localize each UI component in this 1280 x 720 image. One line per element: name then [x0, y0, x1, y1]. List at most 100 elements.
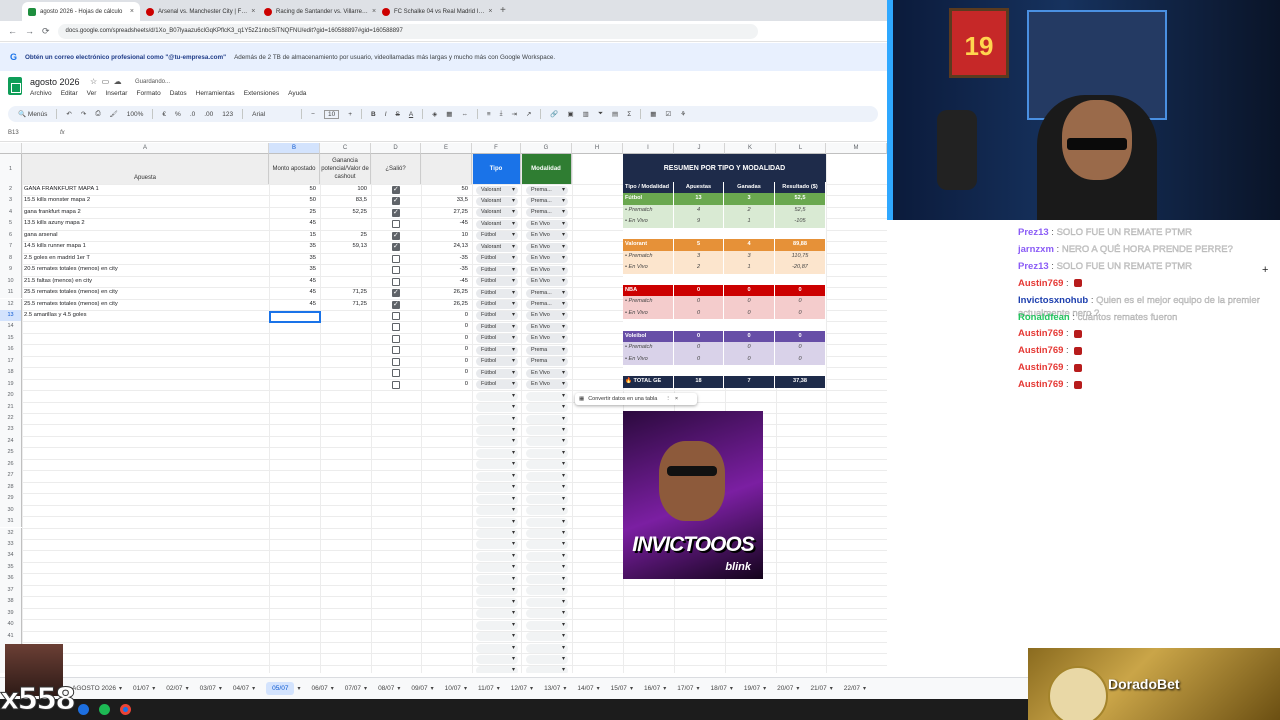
sheet-tab[interactable]: 13/07: [544, 685, 560, 692]
browser-tab[interactable]: FC Schalke 04 vs Real Madrid I… ×: [376, 2, 494, 21]
paint-format-icon[interactable]: 🖌: [110, 110, 118, 118]
font-size-decrease-icon[interactable]: −: [311, 111, 315, 118]
font-size-field[interactable]: 10: [323, 109, 340, 119]
row-number[interactable]: 10: [0, 275, 22, 288]
row-number[interactable]: 6: [0, 229, 22, 242]
modalidad-dropdown[interactable]: En Vivo: [526, 254, 568, 264]
bold-icon[interactable]: B: [371, 111, 376, 118]
cell-ganancia[interactable]: [320, 344, 371, 355]
cell-apuesta[interactable]: [24, 321, 268, 332]
column-header[interactable]: A: [22, 143, 269, 154]
tipo-dropdown[interactable]: [476, 471, 518, 481]
chat-username[interactable]: Invictosxnohub: [1018, 295, 1088, 306]
cell-monto[interactable]: 45: [269, 218, 320, 229]
modalidad-dropdown[interactable]: [526, 494, 568, 504]
windows-start-icon[interactable]: [78, 704, 89, 715]
row-number[interactable]: 12: [0, 298, 22, 310]
column-header[interactable]: E: [421, 143, 472, 154]
cell-monto[interactable]: 45: [269, 276, 320, 287]
checkbox-salio[interactable]: [392, 323, 400, 332]
close-tab-icon[interactable]: ×: [488, 8, 492, 15]
modalidad-dropdown[interactable]: [526, 609, 568, 619]
row-number[interactable]: 32: [0, 527, 22, 539]
sheet-tab-menu-icon[interactable]: ▾: [186, 685, 189, 692]
cell-monto[interactable]: [269, 333, 320, 344]
cell-ganancia[interactable]: [320, 253, 371, 264]
cell-monto[interactable]: [269, 379, 320, 390]
cell-ganancia[interactable]: 100: [320, 184, 371, 195]
font-size-increase-icon[interactable]: +: [348, 111, 352, 118]
text-color-icon[interactable]: A: [409, 111, 413, 118]
sheet-tab-menu-icon[interactable]: ▾: [252, 685, 255, 692]
percent-button[interactable]: %: [175, 111, 181, 118]
select-all-corner[interactable]: [0, 143, 22, 154]
sheet-tab[interactable]: 11/07: [478, 685, 494, 692]
sheets-logo-icon[interactable]: [8, 77, 22, 95]
modalidad-dropdown[interactable]: [526, 620, 568, 630]
sheet-tab[interactable]: 18/07: [711, 685, 727, 692]
modalidad-dropdown[interactable]: [526, 586, 568, 596]
checkbox-salio[interactable]: [392, 254, 400, 263]
row-number[interactable]: 19: [0, 378, 22, 391]
sheet-tab-menu-icon[interactable]: ▾: [763, 685, 766, 692]
row-number[interactable]: 8: [0, 252, 22, 265]
menu-item[interactable]: Formato: [136, 90, 160, 97]
modalidad-dropdown[interactable]: En Vivo: [526, 311, 568, 321]
sheet-tab[interactable]: 04/07: [233, 685, 249, 692]
sheet-tab[interactable]: 20/07: [777, 685, 793, 692]
tipo-dropdown[interactable]: [476, 586, 518, 596]
decrease-decimal-button[interactable]: .0: [190, 111, 195, 118]
cell-monto[interactable]: 25: [269, 207, 320, 218]
sheet-tab[interactable]: 17/07: [677, 685, 693, 692]
modalidad-dropdown[interactable]: [526, 551, 568, 561]
tipo-dropdown[interactable]: Fútbol: [476, 357, 518, 367]
tipo-dropdown[interactable]: [476, 517, 518, 527]
valign-icon[interactable]: ⤓: [500, 110, 503, 118]
tipo-dropdown[interactable]: [476, 437, 518, 447]
row-number[interactable]: 15: [0, 332, 22, 345]
sheet-tab[interactable]: 03/07: [200, 685, 216, 692]
row-number[interactable]: 33: [0, 538, 22, 551]
tipo-dropdown[interactable]: Fútbol: [476, 322, 518, 332]
checkbox-salio[interactable]: [392, 357, 400, 366]
sheet-tab-menu-icon[interactable]: ▾: [364, 685, 367, 692]
filter-icon[interactable]: ⏷: [598, 110, 603, 118]
cell-monto[interactable]: 45: [269, 287, 320, 298]
borders-icon[interactable]: ▦: [446, 110, 452, 118]
checkbox-salio[interactable]: [392, 288, 400, 298]
chat-username[interactable]: Austin769: [1018, 278, 1063, 289]
sheet-tab-menu-icon[interactable]: ▾: [730, 685, 733, 692]
tipo-dropdown[interactable]: Fútbol: [476, 311, 518, 321]
row-number[interactable]: 23: [0, 424, 22, 436]
row-number[interactable]: 35: [0, 561, 22, 574]
row-number[interactable]: 17: [0, 355, 22, 368]
column-header[interactable]: J: [674, 143, 725, 154]
cell-monto[interactable]: 35: [269, 241, 320, 252]
sheet-tab[interactable]: 08/07: [378, 685, 394, 692]
checkbox-salio[interactable]: [392, 380, 400, 389]
cell-apuesta[interactable]: 2.5 amarillas y 4.5 goles: [24, 310, 268, 321]
chart-icon[interactable]: ▥: [583, 110, 589, 118]
paint-icon[interactable]: ⚘: [680, 110, 686, 118]
sheet-tab[interactable]: 15/07: [611, 685, 627, 692]
cell-apuesta[interactable]: gana frankfurt mapa 2: [24, 207, 268, 218]
sheet-tab[interactable]: 14/07: [577, 685, 593, 692]
row-number[interactable]: 18: [0, 367, 22, 379]
tipo-dropdown[interactable]: Fútbol: [476, 288, 518, 298]
column-header[interactable]: D: [371, 143, 421, 154]
sheet-tab[interactable]: 06/07: [311, 685, 327, 692]
tipo-dropdown[interactable]: [476, 391, 518, 401]
modalidad-dropdown[interactable]: [526, 597, 568, 607]
cell-monto[interactable]: 35: [269, 264, 320, 275]
tipo-dropdown[interactable]: Valorant: [476, 219, 518, 229]
tipo-dropdown[interactable]: [476, 448, 518, 458]
forward-icon[interactable]: →: [25, 26, 34, 36]
sheet-tab[interactable]: 02/07: [166, 685, 182, 692]
tipo-dropdown[interactable]: Fútbol: [476, 277, 518, 287]
cell-monto[interactable]: [269, 356, 320, 367]
checkbox-salio[interactable]: [392, 277, 400, 286]
cell-monto[interactable]: 50: [269, 184, 320, 195]
tipo-dropdown[interactable]: [476, 403, 518, 413]
tipo-dropdown[interactable]: Fútbol: [476, 254, 518, 264]
row-number[interactable]: 14: [0, 321, 22, 333]
